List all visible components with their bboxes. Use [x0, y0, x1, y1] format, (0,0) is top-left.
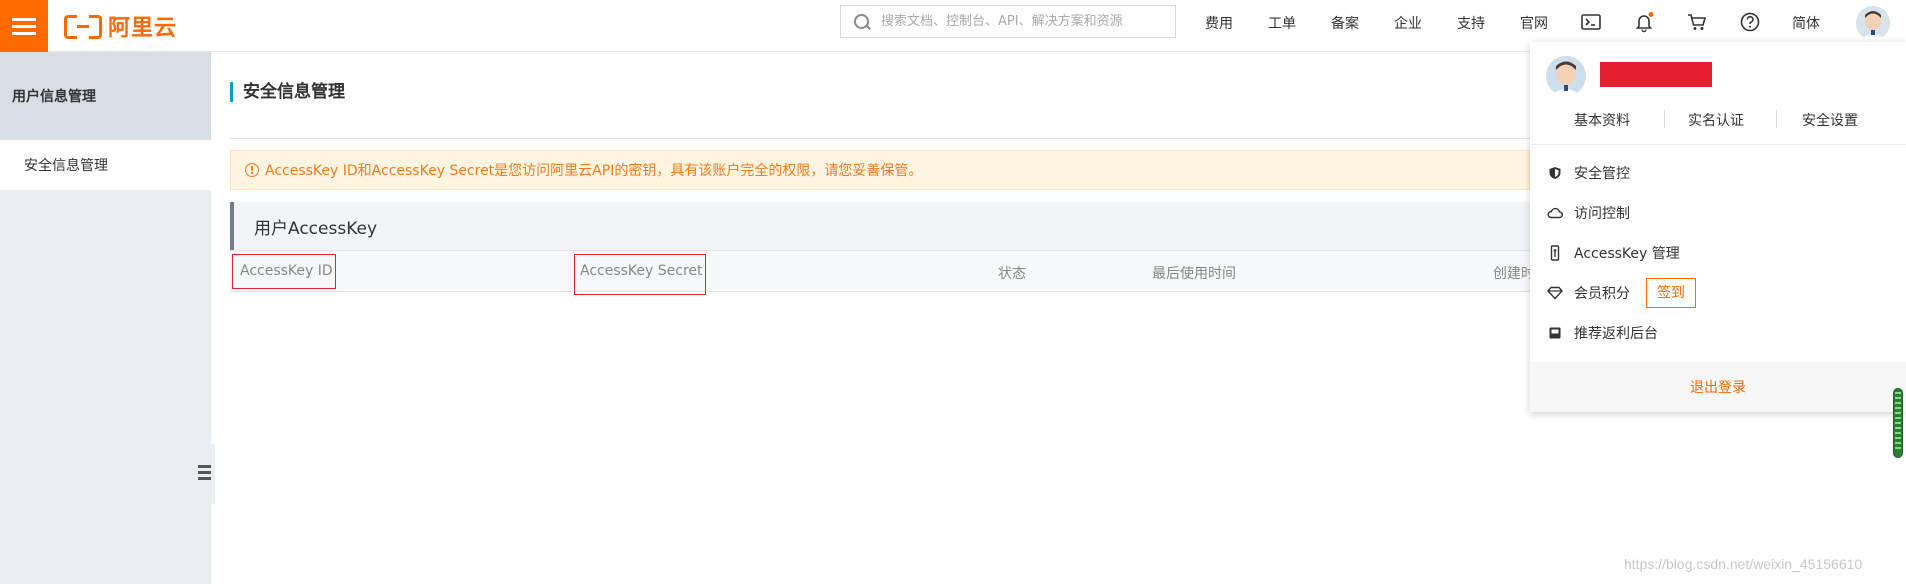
nav-enterprise[interactable]: 企业	[1394, 13, 1422, 33]
menu-item-label: 访问控制	[1574, 206, 1630, 222]
nav-official-site[interactable]: 官网	[1520, 13, 1548, 33]
sidebar-group-user-info[interactable]: 用户信息管理	[0, 52, 211, 140]
sign-in-button[interactable]: 签到	[1646, 278, 1696, 308]
language-switch[interactable]: 简体	[1792, 13, 1820, 33]
col-status: 状态	[998, 266, 1026, 282]
cart-icon[interactable]	[1686, 11, 1708, 33]
menu-item-access-control[interactable]: 访问控制	[1546, 201, 1630, 225]
menu-item-accesskey-management[interactable]: AccessKey 管理	[1546, 241, 1680, 265]
menu-item-label: AccessKey 管理	[1574, 246, 1680, 262]
warning-notice-text: AccessKey ID和AccessKey Secret是您访问阿里云API的…	[265, 163, 923, 179]
tab-basic-profile[interactable]: 基本资料	[1574, 110, 1630, 130]
bell-icon[interactable]	[1633, 11, 1655, 33]
floating-scroll-indicator[interactable]	[1893, 388, 1903, 458]
page-title: 安全信息管理	[230, 82, 345, 102]
sidebar: 用户信息管理 安全信息管理	[0, 52, 211, 584]
sidebar-collapse-handle[interactable]	[193, 444, 215, 504]
nav-tickets[interactable]: 工单	[1268, 13, 1296, 33]
help-icon[interactable]	[1739, 11, 1761, 33]
search-icon	[853, 13, 871, 31]
dropdown-avatar	[1546, 56, 1586, 96]
avatar-face-icon	[1546, 56, 1586, 96]
collapse-icon	[198, 465, 211, 483]
menu-icon[interactable]	[0, 0, 48, 52]
nav-support[interactable]: 支持	[1457, 13, 1485, 33]
gift-icon	[1546, 324, 1564, 342]
nav-fees[interactable]: 费用	[1205, 13, 1233, 33]
nav-icp-filing[interactable]: 备案	[1331, 13, 1359, 33]
watermark: https://blog.csdn.net/weixin_45156610	[1624, 556, 1863, 572]
key-icon	[1546, 244, 1564, 262]
menu-item-referral-backend[interactable]: 推荐返利后台	[1546, 321, 1658, 345]
aliyun-logo-mark	[64, 15, 102, 39]
menu-item-label: 推荐返利后台	[1574, 326, 1658, 342]
menu-item-label: 安全管控	[1574, 166, 1630, 182]
avatar-face-icon	[1856, 6, 1890, 40]
col-created: 创建时	[1493, 266, 1535, 282]
user-dropdown-panel: 基本资料 实名认证 安全设置 安全管控 访问控制 AccessKey 管理 会员…	[1530, 42, 1906, 412]
tab-real-name-auth[interactable]: 实名认证	[1688, 110, 1744, 130]
warning-icon: !	[245, 163, 259, 177]
search-box[interactable]	[840, 5, 1176, 38]
menu-item-member-points[interactable]: 会员积分 签到	[1546, 278, 1696, 308]
search-input[interactable]	[879, 13, 1173, 30]
cloud-icon	[1546, 204, 1564, 222]
redacted-username	[1600, 62, 1712, 87]
tab-separator	[1664, 110, 1665, 128]
dropdown-tabs: 基本资料 实名认证 安全设置	[1530, 106, 1906, 132]
user-avatar[interactable]	[1856, 6, 1890, 40]
shield-icon	[1546, 164, 1564, 182]
title-divider	[230, 138, 1530, 139]
sidebar-item-security-info[interactable]: 安全信息管理	[0, 140, 211, 190]
menu-item-security-control[interactable]: 安全管控	[1546, 161, 1630, 185]
terminal-icon[interactable]	[1580, 11, 1602, 33]
logout-button[interactable]: 退出登录	[1530, 362, 1906, 412]
tab-security-settings[interactable]: 安全设置	[1802, 110, 1858, 130]
tab-separator	[1776, 110, 1777, 128]
dropdown-divider	[1530, 144, 1906, 145]
highlight-box-accesskey-id	[232, 254, 336, 289]
menu-item-label: 会员积分	[1574, 286, 1630, 302]
diamond-icon	[1546, 284, 1564, 302]
table-header: AccessKey ID AccessKey Secret 状态 最后使用时间 …	[230, 250, 1535, 292]
highlight-box-accesskey-secret	[574, 254, 706, 295]
warning-notice: ! AccessKey ID和AccessKey Secret是您访问阿里云AP…	[230, 150, 1530, 190]
aliyun-logo[interactable]: 阿里云	[64, 11, 177, 41]
col-last-used: 最后使用时间	[1152, 266, 1236, 282]
section-title: 用户AccessKey	[230, 202, 1530, 250]
logo-text: 阿里云	[108, 16, 178, 41]
